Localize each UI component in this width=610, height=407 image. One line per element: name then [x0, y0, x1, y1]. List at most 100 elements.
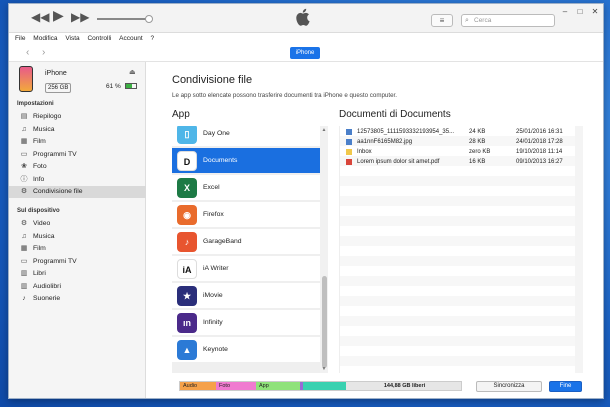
document-row[interactable]: Inbox zero KB 19/10/2018 11:14 — [340, 147, 576, 157]
fast-forward-icon[interactable]: ▶▶ — [71, 10, 89, 24]
eject-icon[interactable]: ⏏ — [129, 68, 136, 76]
done-button[interactable]: Fine — [549, 381, 582, 392]
document-date: 25/01/2016 16:31 — [516, 129, 563, 135]
app-row-day-one[interactable]: ▯ Day One — [172, 126, 320, 147]
sidebar-device-item-suonerie[interactable]: ♪ Suonerie — [9, 293, 146, 305]
sidebar-device-item-libri[interactable]: ▥ Libri — [9, 268, 146, 280]
app-row-keynote[interactable]: ▲ Keynote — [172, 337, 320, 363]
sidebar-item-icon: ▭ — [20, 150, 28, 158]
app-label: GarageBand — [203, 238, 242, 245]
app-label: Day One — [203, 130, 230, 137]
device-capacity: 256 GB — [45, 83, 72, 93]
sidebar-device-item-icon: ▭ — [20, 257, 28, 265]
app-list[interactable]: ▯ Day One D Documents X Excel ◉ Firefox ♪ GarageB… — [172, 126, 328, 373]
back-arrow-icon[interactable]: ‹ — [26, 47, 29, 58]
sidebar-device-item-musica[interactable]: ♫ Musica — [9, 231, 146, 243]
app-row-firefox[interactable]: ◉ Firefox — [172, 202, 320, 228]
sidebar-item-info[interactable]: ⓘ Info — [9, 174, 146, 186]
title-bar: ◀◀ ▶ ▶▶ ≡ ⌕ Cerca – □ ✕ — [9, 4, 603, 33]
sidebar-item-label: Riepilogo — [33, 113, 62, 120]
sidebar-item-film[interactable]: ▦ Film — [9, 136, 146, 148]
sidebar-item-label: Condivisione file — [33, 188, 83, 195]
sidebar-device-item-video[interactable]: ⚙ Video — [9, 218, 146, 230]
day-one-app-icon: ▯ — [177, 126, 197, 144]
app-label: iMovie — [203, 292, 223, 299]
scroll-up-icon[interactable]: ▲ — [320, 127, 328, 133]
sync-button[interactable]: Sincronizza — [476, 381, 542, 392]
volume-knob[interactable] — [145, 15, 153, 23]
navigation-bar: ‹ › iPhone — [9, 44, 603, 62]
sidebar-item-icon: ⚙ — [20, 188, 28, 195]
sidebar-item-label: Musica — [33, 232, 55, 240]
sidebar-item-label: Video — [33, 220, 51, 227]
maximize-button[interactable]: □ — [574, 7, 586, 16]
app-label: Keynote — [203, 346, 228, 353]
app-row-infinity[interactable]: ın Infinity — [172, 310, 320, 336]
menu-vista[interactable]: Vista — [65, 33, 79, 44]
storage-segment-label: Foto — [219, 383, 231, 389]
sidebar-item-riepilogo[interactable]: ▤ Riepilogo — [9, 111, 146, 123]
battery-percent: 61 % — [106, 83, 121, 90]
page-title: Condivisione file — [172, 74, 253, 86]
battery-fill — [125, 84, 132, 89]
app-label: iA Writer — [203, 265, 229, 272]
free-space-label: 144,88 GB liberi — [383, 383, 426, 389]
settings-header: Impostazioni — [17, 101, 54, 107]
pdf-file-icon — [346, 159, 352, 165]
sidebar-item-icon: ❀ — [21, 163, 27, 170]
app-row-excel[interactable]: X Excel — [172, 175, 320, 201]
apple-logo-icon — [296, 8, 310, 26]
search-placeholder: Cerca — [474, 17, 492, 24]
document-size: 28 KB — [469, 139, 486, 145]
sidebar-item-foto[interactable]: ❀ Foto — [9, 161, 146, 173]
forward-arrow-icon[interactable]: › — [42, 47, 45, 58]
document-date: 09/10/2013 16:27 — [516, 159, 563, 165]
play-icon[interactable]: ▶ — [53, 8, 64, 22]
menu-account[interactable]: Account — [119, 33, 143, 44]
device-name: iPhone — [45, 70, 67, 77]
sidebar-device-item-icon: ▦ — [20, 245, 28, 252]
apps-header: App — [172, 109, 190, 120]
sidebar-item-label: Programmi TV — [33, 150, 77, 158]
scroll-down-icon[interactable]: ▼ — [320, 366, 328, 372]
sidebar-item-programmi-tv[interactable]: ▭ Programmi TV — [9, 149, 146, 161]
sidebar-item-label: Film — [33, 245, 46, 252]
document-list-scrollbar[interactable] — [575, 126, 583, 373]
app-row-imovie[interactable]: ★ iMovie — [172, 283, 320, 309]
device-button[interactable]: iPhone — [290, 47, 320, 59]
image-file-icon — [346, 139, 352, 145]
rewind-icon[interactable]: ◀◀ — [31, 10, 49, 24]
list-view-button[interactable]: ≡ — [431, 14, 453, 27]
app-row-garageband[interactable]: ♪ GarageBand — [172, 229, 320, 255]
app-list-scroll-thumb[interactable] — [322, 276, 327, 368]
sidebar-item-musica[interactable]: ♫ Musica — [9, 124, 146, 136]
sidebar-device-item-film[interactable]: ▦ Film — [9, 243, 146, 255]
keynote-app-icon: ▲ — [177, 340, 197, 360]
search-input[interactable]: ⌕ Cerca — [461, 14, 555, 27]
minimize-button[interactable]: – — [559, 7, 571, 16]
volume-slider[interactable] — [97, 15, 153, 23]
storage-bar: Audio Foto App 144,88 GB liberi — [179, 381, 462, 391]
document-row[interactable]: Lorem ipsum dolor sit amet.pdf 16 KB 09/10… — [340, 157, 576, 167]
sidebar-device-item-audiolibri[interactable]: ▥ Audiolibri — [9, 281, 146, 293]
menu-modifica[interactable]: Modifica — [33, 33, 57, 44]
storage-segment-label: Audio — [183, 383, 198, 389]
document-list[interactable]: 12573805_1111593332193954_35... 24 KB 25/0… — [339, 126, 575, 373]
sidebar-item-icon: ⓘ — [20, 175, 28, 183]
app-row-documents[interactable]: D Documents — [172, 148, 320, 174]
menu-help[interactable]: ? — [150, 33, 154, 44]
menu-controlli[interactable]: Controlli — [87, 33, 111, 44]
app-row-ia-writer[interactable]: iA iA Writer — [172, 256, 320, 282]
sidebar-device-item-icon: ▥ — [20, 282, 28, 290]
document-row[interactable]: aa1nnF6165M82.jpg 28 KB 24/01/2018 17:28 — [340, 137, 576, 147]
search-icon: ⌕ — [465, 17, 469, 24]
document-row[interactable]: 12573805_1111593332193954_35... 24 KB 25/0… — [340, 127, 576, 137]
menu-file[interactable]: File — [15, 33, 25, 44]
sidebar-item-condivisione-file[interactable]: ⚙ Condivisione file — [9, 186, 146, 198]
storage-segment — [303, 382, 346, 390]
close-button[interactable]: ✕ — [589, 7, 601, 16]
sidebar: iPhone ⏏ 256 GB 61 % Impostazioni ▤ Riepi… — [9, 62, 146, 398]
sidebar-device-item-programmi-tv[interactable]: ▭ Programmi TV — [9, 256, 146, 268]
sidebar-item-label: Film — [33, 138, 46, 145]
storage-segment-label: App — [259, 383, 269, 389]
